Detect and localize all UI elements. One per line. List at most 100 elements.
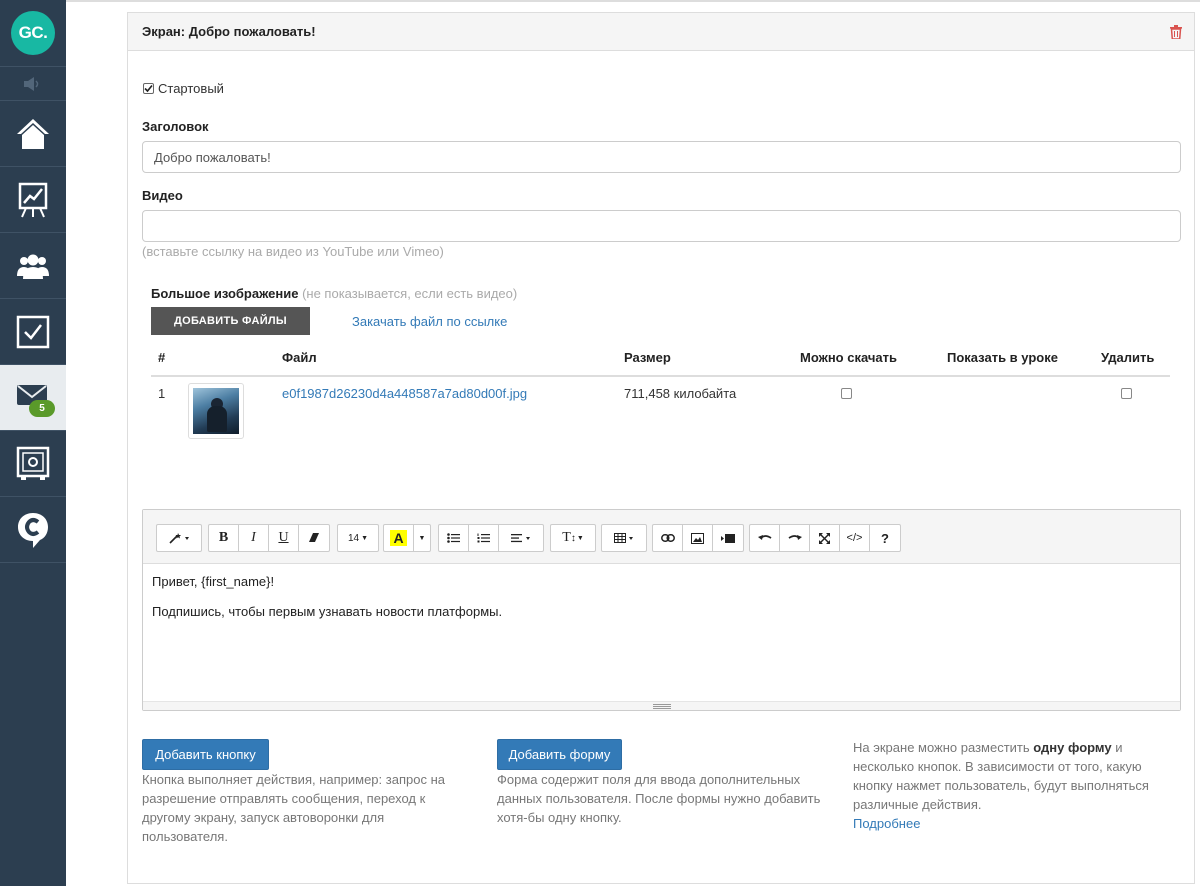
- bullet-list-button[interactable]: [439, 525, 469, 551]
- redo-button[interactable]: [780, 525, 810, 551]
- checkmark-icon: [144, 84, 153, 93]
- color-dropdown[interactable]: ▼: [414, 525, 430, 551]
- link-icon: [660, 534, 675, 542]
- add-form-description: Форма содержит поля для ввода дополнител…: [497, 772, 821, 825]
- redo-icon: [788, 535, 802, 540]
- title-label: Заголовок: [142, 119, 209, 134]
- table-header-divider: [151, 375, 1170, 377]
- editor-toolbar: B I U 14 ▼ A ▼ T ↕ ▼ </> ?: [143, 510, 1180, 564]
- align-icon: [511, 534, 530, 543]
- top-divider: [66, 0, 1200, 2]
- sound-toggle[interactable]: [0, 67, 66, 101]
- magic-wand-icon: [169, 533, 189, 544]
- numbered-list-button[interactable]: [469, 525, 499, 551]
- safe-icon: [16, 446, 50, 480]
- col-delete: Удалить: [1101, 350, 1155, 365]
- rich-text-editor: B I U 14 ▼ A ▼ T ↕ ▼ </> ? Привет, {firs…: [142, 509, 1181, 711]
- video-button[interactable]: [713, 525, 743, 551]
- history-group: </> ?: [749, 524, 901, 552]
- downloadable-checkbox[interactable]: [841, 388, 852, 399]
- sidebar: GC. 5: [0, 0, 66, 886]
- eraser-icon: [309, 533, 319, 542]
- table-dropdown[interactable]: [602, 525, 646, 551]
- logo[interactable]: GC.: [11, 11, 55, 55]
- panel-title: Экран: Добро пожаловать!: [142, 24, 316, 39]
- line-height-group: T ↕ ▼: [550, 524, 596, 552]
- video-hint: (вставьте ссылку на видео из YouTube или…: [142, 244, 444, 259]
- sidebar-item-home[interactable]: [0, 101, 66, 167]
- upload-by-link[interactable]: Закачать файл по ссылке: [352, 314, 507, 329]
- users-icon: [17, 254, 49, 279]
- editor-resize-handle[interactable]: [143, 701, 1180, 710]
- col-num: #: [158, 350, 166, 365]
- bold-button[interactable]: B: [209, 525, 239, 551]
- messages-badge: 5: [29, 400, 55, 417]
- sidebar-item-safe[interactable]: [0, 431, 66, 497]
- video-input[interactable]: [142, 210, 1181, 242]
- editor-content[interactable]: Привет, {first_name}! Подпишись, чтобы п…: [143, 564, 1180, 644]
- chat-icon: [18, 512, 48, 548]
- start-checkbox[interactable]: [143, 83, 154, 94]
- image-label-row: Большое изображение (не показывается, ес…: [151, 286, 517, 301]
- numbered-list-icon: [477, 533, 490, 543]
- sidebar-item-users[interactable]: [0, 233, 66, 299]
- sidebar-item-chat[interactable]: [0, 497, 66, 563]
- font-size-dropdown[interactable]: 14 ▼: [338, 525, 378, 551]
- start-checkbox-row[interactable]: Стартовый: [143, 81, 224, 96]
- start-label: Стартовый: [158, 81, 224, 96]
- eraser-button[interactable]: [299, 525, 329, 551]
- add-button-description: Кнопка выполняет действия, например: зап…: [142, 772, 445, 844]
- undo-button[interactable]: [750, 525, 780, 551]
- fullscreen-button[interactable]: [810, 525, 840, 551]
- title-input[interactable]: Добро пожаловать!: [142, 141, 1181, 173]
- file-thumbnail[interactable]: [188, 383, 244, 439]
- image-icon: [691, 532, 704, 544]
- line-height-dropdown[interactable]: T ↕ ▼: [551, 525, 595, 551]
- video-icon: [721, 533, 735, 543]
- checkbox-icon: [16, 315, 50, 348]
- grip-icon: [652, 703, 671, 709]
- info-text: На экране можно разместить одну форму и …: [853, 738, 1158, 833]
- add-button-button[interactable]: Добавить кнопку: [142, 739, 269, 770]
- col-size: Размер: [624, 350, 671, 365]
- paragraph-group: [438, 524, 544, 552]
- help-button[interactable]: ?: [870, 525, 900, 551]
- add-form-button[interactable]: Добавить форму: [497, 739, 622, 770]
- color-group: A ▼: [383, 524, 431, 552]
- style-group: [156, 524, 202, 552]
- trash-icon[interactable]: [1170, 24, 1182, 39]
- col-show-in-lesson: Показать в уроке: [947, 350, 1058, 365]
- font-size-group: 14 ▼: [337, 524, 379, 552]
- panel-header: Экран: Добро пожаловать!: [128, 13, 1194, 51]
- info-bold: одну форму: [1033, 740, 1112, 755]
- font-size-value: 14: [347, 532, 360, 544]
- video-label: Видео: [142, 188, 183, 203]
- logo-area[interactable]: GC.: [0, 0, 66, 67]
- italic-button[interactable]: I: [239, 525, 269, 551]
- code-view-button[interactable]: </>: [840, 525, 870, 551]
- text-color-button[interactable]: A: [384, 525, 414, 551]
- speaker-icon: [24, 76, 39, 91]
- sidebar-item-messages[interactable]: 5: [0, 365, 66, 431]
- table-group: [601, 524, 647, 552]
- insert-group: [652, 524, 744, 552]
- sidebar-item-tasks[interactable]: [0, 299, 66, 365]
- link-button[interactable]: [653, 525, 683, 551]
- delete-checkbox[interactable]: [1121, 388, 1132, 399]
- image-button[interactable]: [683, 525, 713, 551]
- image-hint: (не показывается, если есть видео): [302, 286, 518, 301]
- align-dropdown[interactable]: [499, 525, 543, 551]
- thumbnail-image: [193, 388, 239, 434]
- editor-line-2: Подпишись, чтобы первым узнавать новости…: [152, 604, 503, 619]
- underline-button[interactable]: U: [269, 525, 299, 551]
- add-files-button[interactable]: ДОБАВИТЬ ФАЙЛЫ: [151, 307, 310, 335]
- magic-style-button[interactable]: [157, 525, 201, 551]
- more-link[interactable]: Подробнее: [853, 816, 920, 831]
- format-group: B I U: [208, 524, 330, 552]
- col-downloadable: Можно скачать: [800, 350, 897, 365]
- file-name-link[interactable]: e0f1987d26230d4a448587a7ad80d00f.jpg: [282, 386, 527, 401]
- undo-icon: [757, 535, 771, 540]
- sidebar-item-stats[interactable]: [0, 167, 66, 233]
- editor-line-1: Привет, {first_name}!: [152, 574, 275, 589]
- row-num: 1: [158, 386, 166, 401]
